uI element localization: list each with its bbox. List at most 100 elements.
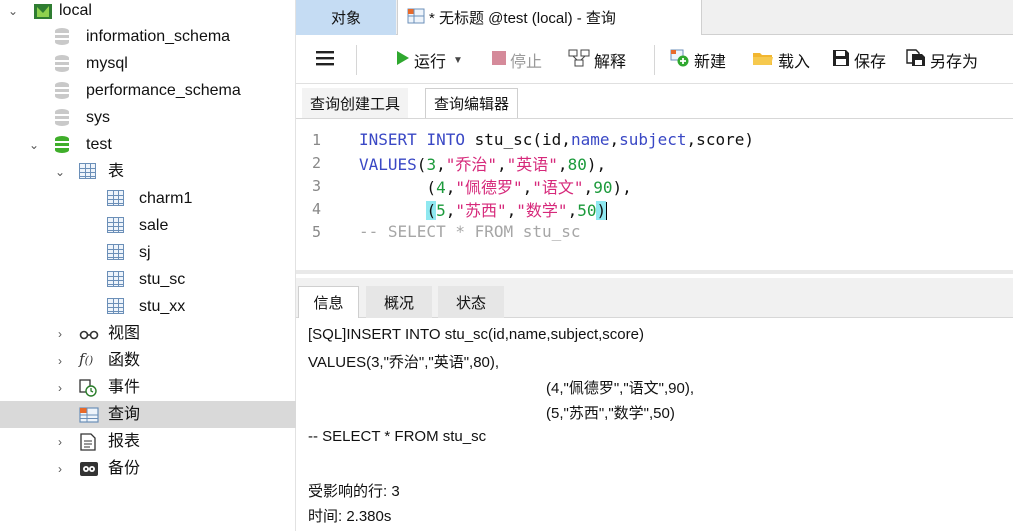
- tree-table-sj[interactable]: sj: [0, 239, 296, 266]
- sql-comment: -- SELECT * FROM stu_sc: [359, 222, 581, 241]
- play-icon: [396, 50, 410, 71]
- sql-text: ,: [609, 130, 620, 149]
- tree-folder-views[interactable]: › 视图: [0, 320, 296, 347]
- hamburger-menu-icon: [316, 50, 334, 71]
- result-tab-strip: 信息 概况 状态: [296, 278, 1013, 318]
- sql-text: ,: [506, 200, 517, 220]
- tree-label: local: [59, 1, 92, 19]
- tree-table-stu-sc[interactable]: stu_sc: [0, 266, 296, 293]
- tab-info[interactable]: 信息: [298, 286, 359, 318]
- tree-label: sys: [86, 108, 110, 126]
- query-icon: [79, 406, 99, 424]
- table-folder-icon: [79, 163, 97, 181]
- tree-db-performance-schema[interactable]: performance_schema: [0, 77, 296, 104]
- tree-table-sale[interactable]: sale: [0, 212, 296, 239]
- tree-folder-backups[interactable]: › 备份: [0, 455, 296, 482]
- tree-connection-local[interactable]: ⌄ local: [0, 0, 296, 24]
- object-tree[interactable]: ⌄ local information_schema mysql perform…: [0, 0, 296, 531]
- stop-button[interactable]: 停止: [492, 49, 542, 71]
- tree-label: sj: [139, 243, 151, 261]
- tree-table-stu-xx[interactable]: stu_xx: [0, 293, 296, 320]
- save-as-button[interactable]: 另存为: [906, 48, 978, 72]
- sql-number: 90: [593, 177, 613, 197]
- chevron-right-icon[interactable]: ›: [53, 327, 67, 341]
- chevron-right-icon[interactable]: ›: [53, 462, 67, 476]
- menu-button[interactable]: [316, 49, 334, 71]
- code-text: VALUES(3,"乔治","英语",80),: [359, 151, 606, 175]
- stop-label: 停止: [510, 54, 543, 71]
- tab-label: 查询编辑器: [434, 96, 510, 113]
- tree-folder-functions[interactable]: › f() 函数: [0, 347, 296, 374]
- save-button[interactable]: 保存: [832, 49, 886, 71]
- sql-text: (: [416, 154, 427, 174]
- tab-status[interactable]: 状态: [438, 286, 504, 318]
- database-icon: [55, 109, 73, 127]
- tree-db-mysql[interactable]: mysql: [0, 50, 296, 77]
- tree-label: information_schema: [86, 27, 231, 45]
- code-text: (5,"苏西","数学",50): [359, 197, 608, 221]
- message-sql-line: (5,"苏西","数学",50): [546, 405, 675, 422]
- affected-rows-text: 受影响的行: 3: [308, 483, 400, 500]
- tab-query-editor[interactable]: 查询编辑器: [425, 88, 519, 118]
- run-button[interactable]: 运行 ▼: [396, 49, 463, 71]
- result-pane: 信息 概况 状态 [SQL]INSERT INTO stu_sc(id,name…: [296, 270, 1013, 531]
- tab-query-untitled[interactable]: * 无标题 @test (local) - 查询: [397, 0, 702, 35]
- backup-icon: [79, 460, 98, 478]
- sql-string: "数学": [516, 200, 568, 220]
- sql-code-editor[interactable]: 1 INSERT INTO stu_sc(id,name,subject,sco…: [296, 118, 1013, 270]
- tree-label: 查询: [108, 405, 141, 423]
- tab-label: * 无标题 @test (local) - 查询: [429, 10, 616, 27]
- save-as-icon: [906, 48, 926, 72]
- tree-label: 视图: [108, 324, 141, 342]
- tree-table-charm1[interactable]: charm1: [0, 185, 296, 212]
- tree-label: 表: [108, 162, 125, 180]
- tree-folder-tables[interactable]: ⌄ 表: [0, 158, 296, 185]
- tab-label: 查询创建工具: [310, 95, 401, 113]
- tab-overview[interactable]: 概况: [366, 286, 432, 318]
- sql-text: ,: [583, 177, 594, 197]
- sql-text: (: [359, 177, 437, 197]
- tab-query-builder[interactable]: 查询创建工具: [302, 88, 409, 118]
- chevron-down-icon[interactable]: ⌄: [53, 165, 67, 179]
- explain-button[interactable]: 解释: [568, 49, 626, 71]
- new-button[interactable]: 新建: [670, 49, 726, 71]
- message-sql-line: -- SELECT * FROM stu_sc: [308, 428, 487, 445]
- report-icon: [79, 433, 97, 451]
- elapsed-time-text: 时间: 2.380s: [308, 508, 392, 525]
- chevron-down-icon[interactable]: ⌄: [6, 4, 20, 18]
- line-number: 1: [312, 130, 322, 149]
- table-icon: [107, 190, 125, 208]
- sql-keyword: name: [570, 130, 610, 149]
- tree-folder-events[interactable]: › 事件: [0, 374, 296, 401]
- database-icon: [55, 55, 73, 73]
- line-number: 2: [312, 153, 322, 172]
- tree-label: sale: [139, 216, 169, 234]
- table-icon: [107, 298, 125, 316]
- sql-text: stu_sc(id,: [464, 130, 571, 149]
- message-sql-line: VALUES(3,"乔治","英语",80),: [308, 354, 500, 371]
- tree-label: 备份: [108, 459, 141, 477]
- new-label: 新建: [694, 54, 727, 71]
- sql-text: ,: [567, 200, 578, 220]
- database-icon: [55, 136, 73, 154]
- tab-objects[interactable]: 对象: [296, 0, 396, 35]
- line-number: 3: [312, 176, 322, 195]
- load-button[interactable]: 载入: [752, 49, 810, 71]
- tree-db-sys[interactable]: sys: [0, 104, 296, 131]
- tree-db-information-schema[interactable]: information_schema: [0, 23, 296, 50]
- tree-label: 事件: [108, 378, 141, 396]
- chevron-down-icon[interactable]: ⌄: [27, 138, 41, 152]
- save-disk-icon: [832, 49, 850, 72]
- new-query-icon: [670, 49, 690, 72]
- tree-folder-reports[interactable]: › 报表: [0, 428, 296, 455]
- sql-text: ),: [612, 177, 632, 197]
- tree-label: 函数: [108, 351, 141, 369]
- dropdown-arrow-icon[interactable]: ▼: [453, 55, 463, 66]
- chevron-right-icon[interactable]: ›: [53, 381, 67, 395]
- chevron-right-icon[interactable]: ›: [53, 354, 67, 368]
- tree-db-test[interactable]: ⌄ test: [0, 131, 296, 158]
- function-icon: f(): [79, 350, 94, 368]
- chevron-right-icon[interactable]: ›: [53, 435, 67, 449]
- tree-folder-queries[interactable]: 查询: [0, 401, 296, 428]
- query-icon: [407, 8, 425, 28]
